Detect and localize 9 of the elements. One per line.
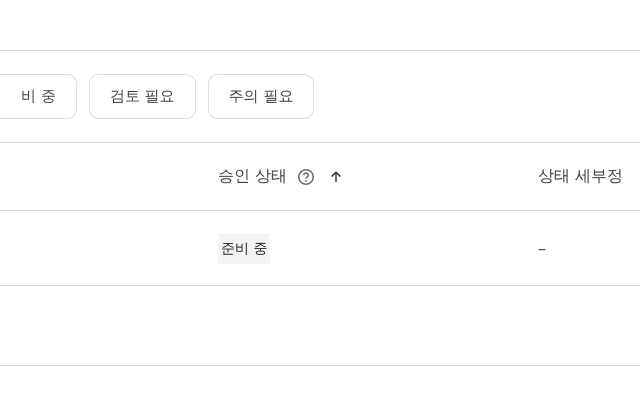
filter-chip[interactable]: 주의 필요 [208, 74, 314, 119]
sort-arrow-icon[interactable] [329, 170, 344, 184]
help-icon[interactable] [297, 168, 316, 186]
filter-chip[interactable]: 검토 필요 [88, 74, 196, 119]
column-header[interactable]: 승인 상태 [218, 166, 288, 187]
table-cell: – [538, 238, 546, 258]
status-tag: 준비 중 [218, 234, 270, 264]
column-header[interactable]: 상태 세부정 [538, 166, 624, 187]
filter-chip[interactable]: 비 중 [0, 74, 77, 119]
